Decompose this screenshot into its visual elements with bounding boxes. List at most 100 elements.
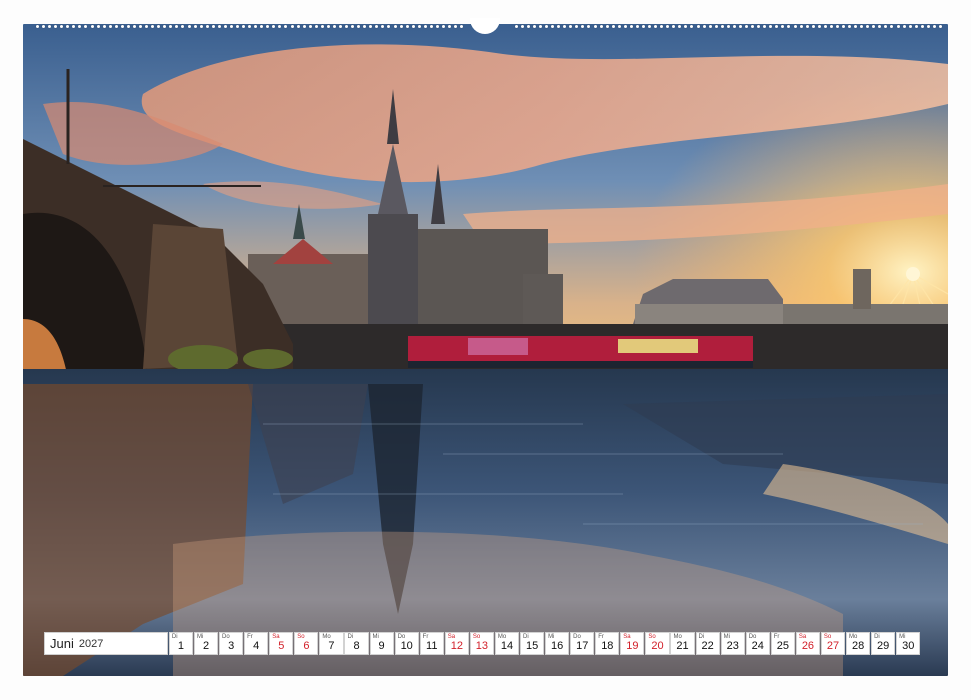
binding-hole xyxy=(932,25,936,28)
year-label: 2027 xyxy=(78,637,104,650)
binding-hole xyxy=(181,25,185,28)
binding-hole xyxy=(429,25,433,28)
binding-hole xyxy=(926,25,930,28)
binding-hole xyxy=(460,25,464,28)
binding-hole xyxy=(872,25,876,28)
binding-hole xyxy=(42,25,46,28)
day-cell: Do 24 xyxy=(745,632,770,655)
binding-hole xyxy=(878,25,882,28)
binding-hole xyxy=(793,25,797,28)
binding-hole xyxy=(187,25,191,28)
binding-hole xyxy=(563,25,567,28)
binding-hole xyxy=(199,25,203,28)
binding-hole xyxy=(866,25,870,28)
binding-hole xyxy=(848,25,852,28)
day-number: 5 xyxy=(278,640,285,652)
binding-hole xyxy=(399,25,403,28)
day-number: 21 xyxy=(676,640,689,652)
binding-hole xyxy=(805,25,809,28)
day-cell: So 27 xyxy=(820,632,846,655)
binding-hole xyxy=(163,25,167,28)
binding-hole xyxy=(599,25,603,28)
binding-hole xyxy=(102,25,106,28)
day-number: 15 xyxy=(525,640,539,652)
binding-hole xyxy=(841,25,845,28)
binding-hole xyxy=(242,25,246,28)
binding-hole xyxy=(890,25,894,28)
binding-hole xyxy=(720,25,724,28)
day-number: 26 xyxy=(801,640,815,652)
binding-hole xyxy=(448,25,452,28)
binding-hole xyxy=(787,25,791,28)
binding-hole xyxy=(569,25,573,28)
binding-hole xyxy=(381,25,385,28)
binding-hole xyxy=(254,25,258,28)
binding-hole xyxy=(375,25,379,28)
day-number: 23 xyxy=(726,640,739,652)
binding-hole xyxy=(442,25,446,28)
binding-hole xyxy=(314,25,318,28)
binding-hole xyxy=(411,25,415,28)
day-number: 25 xyxy=(776,640,789,652)
binding-hole xyxy=(763,25,767,28)
binding-hole xyxy=(829,25,833,28)
day-cell: So 13 xyxy=(469,632,495,655)
binding-hole xyxy=(363,25,367,28)
binding-hole xyxy=(654,25,658,28)
binding-hole xyxy=(678,25,682,28)
binding-hole xyxy=(211,25,215,28)
binding-hole xyxy=(175,25,179,28)
binding-hole xyxy=(732,25,736,28)
day-number: 27 xyxy=(826,640,840,652)
day-cell: Fr 4 xyxy=(244,632,269,655)
day-cell: Mi 16 xyxy=(545,632,570,655)
binding-hole xyxy=(914,25,918,28)
binding-hole xyxy=(526,25,530,28)
day-cell: Mi 23 xyxy=(720,632,745,655)
binding-hole xyxy=(66,25,70,28)
binding-hole xyxy=(114,25,118,28)
day-cell: Mo 28 xyxy=(846,632,871,655)
day-cell: Di 22 xyxy=(695,632,720,655)
month-label-box: Juni 2027 xyxy=(44,632,168,655)
binding-hole xyxy=(339,25,342,28)
binding-hole xyxy=(36,25,39,28)
binding-hole xyxy=(714,25,718,28)
month-name: Juni xyxy=(50,636,74,651)
day-number: 4 xyxy=(253,640,260,652)
binding-hole xyxy=(193,25,197,28)
day-cell: Do 17 xyxy=(570,632,595,655)
binding-hole xyxy=(132,25,136,28)
day-number: 11 xyxy=(426,640,438,652)
binding-hole xyxy=(738,25,742,28)
binding-hole xyxy=(557,25,561,28)
day-number: 3 xyxy=(228,640,235,652)
binding-hole xyxy=(920,25,924,28)
binding-hole xyxy=(696,25,700,28)
binding-hole xyxy=(351,25,355,28)
binding-hole xyxy=(672,25,676,28)
binding-hole xyxy=(223,25,227,28)
day-number: 28 xyxy=(851,640,865,652)
binding-hole xyxy=(54,25,58,28)
binding-hole xyxy=(84,25,88,28)
binding-hole xyxy=(272,25,276,28)
binding-hole xyxy=(387,25,391,28)
binding-hole xyxy=(642,25,645,28)
day-cell: Sa 19 xyxy=(620,632,645,655)
day-number: 30 xyxy=(902,640,915,652)
day-number: 29 xyxy=(877,640,890,652)
binding-hole xyxy=(393,25,397,28)
binding-hole xyxy=(320,25,324,28)
binding-hole xyxy=(290,25,294,28)
day-cell: Di 29 xyxy=(871,632,896,655)
calendar-page: Juni 2027 Di 1 Mi 2 Do 3 Fr 4 Sa 5 So 6 Mo 7 Di 8 Mi 9 Do 1… xyxy=(0,0,971,700)
binding-hole xyxy=(538,25,542,28)
day-number: 18 xyxy=(601,640,614,652)
day-number: 6 xyxy=(303,640,310,652)
binding-hole xyxy=(811,25,815,28)
day-cell: Di 8 xyxy=(344,632,369,655)
day-cell: Fr 25 xyxy=(770,632,795,655)
binding-hole xyxy=(229,25,233,28)
day-number: 14 xyxy=(500,640,514,652)
